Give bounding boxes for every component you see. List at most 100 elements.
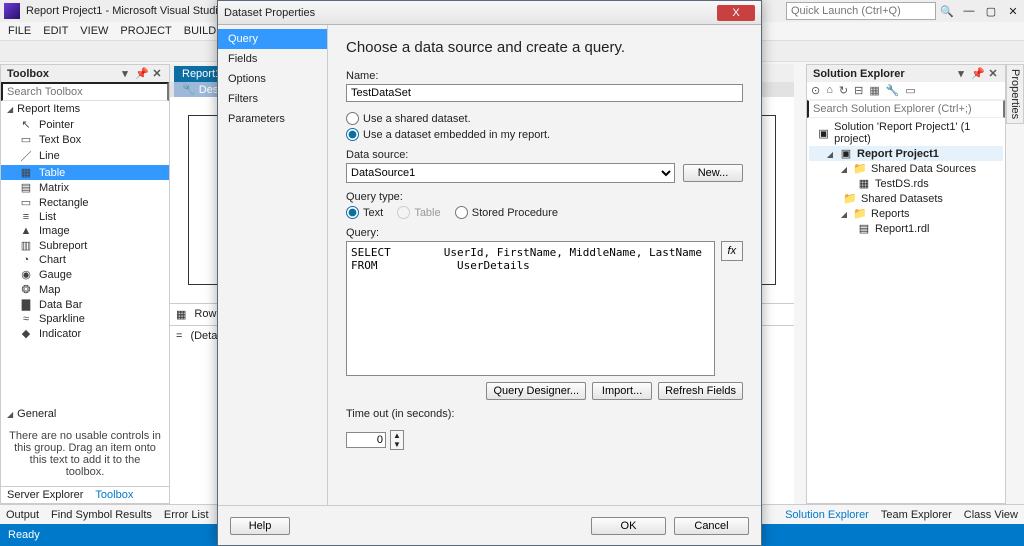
solution-tree: ▣Solution 'Report Project1' (1 project) … bbox=[807, 118, 1005, 503]
toolbox-item-table[interactable]: ▦Table bbox=[1, 165, 169, 180]
timeout-input[interactable] bbox=[346, 432, 386, 448]
help-button[interactable]: Help bbox=[230, 517, 290, 535]
tab-team-explorer[interactable]: Team Explorer bbox=[881, 509, 952, 521]
shared-datasets-node[interactable]: 📁Shared Datasets bbox=[809, 191, 1003, 206]
toolbox-item-data-bar[interactable]: ▇Data Bar bbox=[1, 297, 169, 312]
group-report-items[interactable]: Report Items bbox=[1, 101, 169, 117]
shared-data-sources-node[interactable]: 📁Shared Data Sources bbox=[809, 161, 1003, 176]
toolbox-item-indicator[interactable]: ◆Indicator bbox=[1, 326, 169, 341]
tab-class-view[interactable]: Class View bbox=[964, 509, 1018, 521]
menu-file[interactable]: FILE bbox=[8, 25, 31, 37]
panel-close-icon[interactable]: ✕ bbox=[151, 67, 163, 80]
query-type-sp-radio[interactable] bbox=[455, 206, 468, 219]
quick-launch-input[interactable] bbox=[786, 2, 936, 20]
data-source-select[interactable]: DataSource1 bbox=[346, 163, 675, 183]
name-label: Name: bbox=[346, 70, 743, 82]
reports-node[interactable]: 📁Reports bbox=[809, 206, 1003, 221]
query-designer-button[interactable]: Query Designer... bbox=[486, 382, 586, 400]
toolbox-item-icon: ▥ bbox=[19, 239, 33, 252]
visual-studio-logo-icon bbox=[4, 3, 20, 19]
import-button[interactable]: Import... bbox=[592, 382, 652, 400]
nav-fields[interactable]: Fields bbox=[218, 49, 327, 69]
report-icon: ▤ bbox=[857, 222, 871, 235]
close-window-button[interactable]: ✕ bbox=[1002, 5, 1024, 18]
query-type-table-radio[interactable] bbox=[397, 206, 410, 219]
toolbox-item-icon: ≡ bbox=[19, 211, 33, 223]
tab-error-list[interactable]: Error List bbox=[164, 509, 209, 521]
toolbox-item-rectangle[interactable]: ▭Rectangle bbox=[1, 195, 169, 210]
refresh-fields-button[interactable]: Refresh Fields bbox=[658, 382, 743, 400]
minimize-button[interactable]: — bbox=[958, 5, 980, 17]
report1-node[interactable]: ▤Report1.rdl bbox=[809, 221, 1003, 236]
preview-icon[interactable]: ▭ bbox=[905, 84, 915, 97]
tab-find-results[interactable]: Find Symbol Results bbox=[51, 509, 152, 521]
toolbox-item-text-box[interactable]: ▭Text Box bbox=[1, 132, 169, 147]
toolbox-item-sparkline[interactable]: ≈Sparkline bbox=[1, 312, 169, 326]
solution-explorer-header: Solution Explorer ▾ 📌 ✕ bbox=[807, 65, 1005, 82]
toolbox-search-input[interactable] bbox=[1, 82, 169, 101]
toolbox-item-gauge[interactable]: ◉Gauge bbox=[1, 267, 169, 282]
use-embedded-radio[interactable] bbox=[346, 128, 359, 141]
nav-options[interactable]: Options bbox=[218, 69, 327, 89]
dialog-close-button[interactable]: X bbox=[717, 5, 755, 21]
nav-parameters[interactable]: Parameters bbox=[218, 109, 327, 129]
menu-build[interactable]: BUILD bbox=[184, 25, 216, 37]
collapse-icon[interactable]: ⊟ bbox=[854, 84, 863, 97]
refresh-icon[interactable]: ↻ bbox=[839, 84, 848, 97]
solution-node[interactable]: ▣Solution 'Report Project1' (1 project) bbox=[809, 120, 1003, 146]
toolbox-item-icon: ≈ bbox=[19, 313, 33, 325]
project-node[interactable]: ▣Report Project1 bbox=[809, 146, 1003, 161]
toolbox-item-map[interactable]: ❂Map bbox=[1, 282, 169, 297]
dataset-name-input[interactable] bbox=[346, 84, 743, 102]
nav-filters[interactable]: Filters bbox=[218, 89, 327, 109]
toolbox-item-chart[interactable]: ◔Chart bbox=[1, 253, 169, 267]
panel-pin-icon[interactable]: 📌 bbox=[135, 67, 147, 80]
menu-project[interactable]: PROJECT bbox=[120, 25, 171, 37]
home-icon[interactable]: ⊙ bbox=[811, 84, 820, 97]
tab-server-explorer[interactable]: Server Explorer bbox=[1, 487, 89, 503]
new-datasource-button[interactable]: New... bbox=[683, 164, 743, 182]
panel-pin-icon[interactable]: 📌 bbox=[971, 67, 983, 80]
tab-toolbox[interactable]: Toolbox bbox=[89, 487, 139, 503]
properties-icon[interactable]: 🔧 bbox=[886, 84, 900, 97]
group-general[interactable]: General bbox=[1, 406, 169, 422]
query-type-sp-label: Stored Procedure bbox=[472, 207, 558, 219]
toolbox-item-matrix[interactable]: ▤Matrix bbox=[1, 180, 169, 195]
toolbox-item-list[interactable]: ≡List bbox=[1, 210, 169, 224]
cancel-button[interactable]: Cancel bbox=[674, 517, 749, 535]
query-textarea[interactable]: SELECT UserId, FirstName, MiddleName, La… bbox=[346, 241, 715, 376]
dialog-title-bar[interactable]: Dataset Properties X bbox=[218, 1, 761, 25]
menu-edit[interactable]: EDIT bbox=[43, 25, 68, 37]
tab-solution-explorer-bottom[interactable]: Solution Explorer bbox=[785, 509, 869, 521]
solution-icon: ▣ bbox=[817, 127, 830, 140]
ok-button[interactable]: OK bbox=[591, 517, 666, 535]
testds-node[interactable]: ▦TestDS.rds bbox=[809, 176, 1003, 191]
use-shared-radio[interactable] bbox=[346, 112, 359, 125]
panel-dropdown-icon[interactable]: ▾ bbox=[119, 67, 131, 80]
panel-close-icon[interactable]: ✕ bbox=[987, 67, 999, 80]
toolbox-item-image[interactable]: ▲Image bbox=[1, 224, 169, 238]
toolbox-item-subreport[interactable]: ▥Subreport bbox=[1, 238, 169, 253]
show-all-icon[interactable]: ▦ bbox=[869, 84, 879, 97]
row-groups-icon: ▦ bbox=[176, 308, 186, 321]
maximize-button[interactable]: ▢ bbox=[980, 5, 1002, 18]
menu-view[interactable]: VIEW bbox=[80, 25, 108, 37]
toolbox-item-label: Line bbox=[39, 150, 60, 162]
home2-icon[interactable]: ⌂ bbox=[826, 84, 833, 97]
toolbox-item-icon: ◆ bbox=[19, 327, 33, 340]
toolbox-item-line[interactable]: ／Line bbox=[1, 147, 169, 165]
toolbox-item-label: Image bbox=[39, 225, 70, 237]
tab-output[interactable]: Output bbox=[6, 509, 39, 521]
panel-dropdown-icon[interactable]: ▾ bbox=[955, 67, 967, 80]
properties-side-tab[interactable]: Properties bbox=[1006, 64, 1024, 124]
toolbox-item-icon: ◔ bbox=[19, 254, 33, 266]
toolbox-item-pointer[interactable]: ↖Pointer bbox=[1, 117, 169, 132]
expression-button[interactable]: fx bbox=[721, 241, 743, 261]
nav-query[interactable]: Query bbox=[218, 29, 327, 49]
toolbox-item-label: Gauge bbox=[39, 269, 72, 281]
search-icon[interactable]: 🔍 bbox=[936, 5, 958, 18]
status-text: Ready bbox=[8, 529, 40, 541]
toolbox-item-label: Table bbox=[39, 167, 65, 179]
solution-search-input[interactable] bbox=[807, 100, 1005, 118]
query-type-text-radio[interactable] bbox=[346, 206, 359, 219]
